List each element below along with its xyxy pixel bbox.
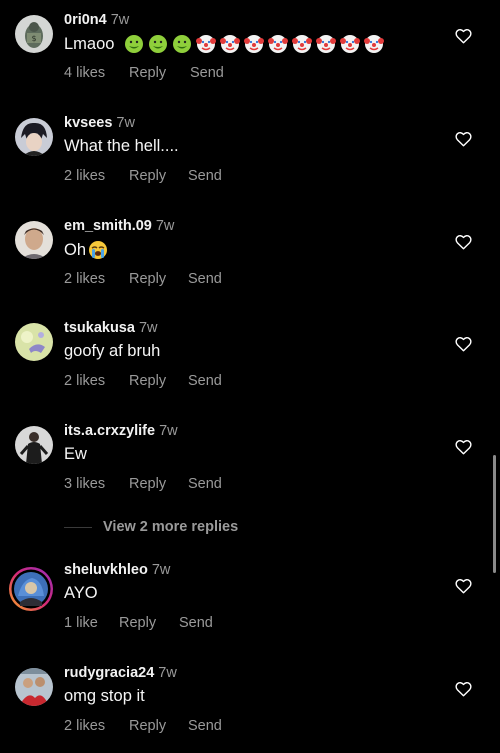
story-ring-avatar[interactable] xyxy=(8,566,54,612)
view-more-replies-button[interactable]: View 2 more replies xyxy=(103,519,238,535)
reply-button[interactable]: Reply xyxy=(119,615,179,631)
reply-button[interactable]: Reply xyxy=(129,373,188,389)
comment-username[interactable]: 0ri0n4 7w xyxy=(64,12,129,28)
clown-face-emoji-icon xyxy=(340,34,361,54)
comment-username[interactable]: rudygracia24 7w xyxy=(64,665,177,681)
comment-time: 7w xyxy=(159,423,178,439)
comment-item: rudygracia24 7w omg stop it 2 likes Reply S… xyxy=(0,663,500,753)
heart-outline-icon[interactable] xyxy=(455,578,472,594)
loudly-crying-face-emoji-icon xyxy=(88,240,108,260)
comment-actions: 1 like Reply Send xyxy=(64,615,213,631)
avatar[interactable] xyxy=(15,426,53,464)
heart-outline-icon[interactable] xyxy=(455,28,472,44)
avatar[interactable]: $ xyxy=(15,15,53,53)
comment-time: 7w xyxy=(138,320,158,336)
clown-face-emoji-icon xyxy=(220,34,241,54)
reply-button[interactable]: Reply xyxy=(129,271,188,287)
comment-time: 7w xyxy=(155,218,175,234)
likes-count[interactable]: 4 likes xyxy=(64,65,129,81)
send-button[interactable]: Send xyxy=(179,615,213,631)
comment-actions: 2 likes Reply Send xyxy=(64,271,222,287)
comment-actions: 2 likes Reply Send xyxy=(64,168,222,184)
heart-outline-icon[interactable] xyxy=(455,234,472,250)
avatar[interactable] xyxy=(15,323,53,361)
likes-count[interactable]: 3 likes xyxy=(64,476,129,492)
clown-face-emoji-icon xyxy=(268,34,289,54)
nauseated-face-emoji-icon xyxy=(172,34,192,54)
heart-outline-icon[interactable] xyxy=(455,681,472,697)
nauseated-face-emoji-icon xyxy=(124,34,144,54)
comment-time: 7w xyxy=(116,115,135,131)
comment-time: 7w xyxy=(110,12,130,28)
send-button[interactable]: Send xyxy=(188,168,222,184)
comment-item: $ 0ri0n4 7w Lmaoo 4 likes Reply Send xyxy=(0,10,500,100)
comment-text: Oh xyxy=(64,240,108,260)
reply-button[interactable]: Reply xyxy=(129,476,188,492)
avatar[interactable] xyxy=(15,118,53,156)
comment-actions: 3 likes Reply Send xyxy=(64,476,222,492)
clown-face-emoji-icon xyxy=(244,34,265,54)
send-button[interactable]: Send xyxy=(188,373,222,389)
clown-face-emoji-icon xyxy=(292,34,313,54)
comment-actions: 4 likes Reply Send xyxy=(64,65,224,81)
comment-text: Lmaoo xyxy=(64,34,385,54)
clown-face-emoji-icon xyxy=(316,34,337,54)
avatar[interactable] xyxy=(15,221,53,259)
heart-outline-icon[interactable] xyxy=(455,336,472,352)
clown-face-emoji-icon xyxy=(196,34,217,54)
send-button[interactable]: Send xyxy=(188,718,222,734)
comment-username[interactable]: em_smith.09 7w xyxy=(64,218,174,234)
nauseated-face-emoji-icon xyxy=(148,34,168,54)
clown-face-emoji-icon xyxy=(364,34,385,54)
avatar[interactable] xyxy=(15,668,53,706)
scrollbar[interactable] xyxy=(493,455,496,573)
comment-username[interactable]: sheluvkhleo 7w xyxy=(64,562,170,578)
reply-button[interactable]: Reply xyxy=(129,168,188,184)
comment-text: omg stop it xyxy=(64,687,145,705)
heart-outline-icon[interactable] xyxy=(455,439,472,455)
comment-text: AYO xyxy=(64,584,98,602)
comment-item: tsukakusa 7w goofy af bruh 2 likes Reply Se… xyxy=(0,318,500,408)
send-button[interactable]: Send xyxy=(188,271,222,287)
comment-time: 7w xyxy=(151,562,171,578)
comment-username[interactable]: tsukakusa 7w xyxy=(64,320,157,336)
likes-count[interactable]: 1 like xyxy=(64,615,119,631)
likes-count[interactable]: 2 likes xyxy=(64,373,129,389)
likes-count[interactable]: 2 likes xyxy=(64,271,129,287)
comment-item: its.a.crxzylife 7w Ew 3 likes Reply Send xyxy=(0,421,500,511)
svg-text:$: $ xyxy=(31,34,36,43)
comment-text: What the hell.... xyxy=(64,137,179,155)
comment-item: sheluvkhleo 7w AYO 1 like Reply Send xyxy=(0,560,500,650)
likes-count[interactable]: 2 likes xyxy=(64,718,129,734)
comment-text: goofy af bruh xyxy=(64,342,161,360)
reply-button[interactable]: Reply xyxy=(129,65,190,81)
comment-item: kvsees 7w What the hell.... 2 likes Reply S… xyxy=(0,113,500,203)
replies-divider xyxy=(64,527,92,528)
likes-count[interactable]: 2 likes xyxy=(64,168,129,184)
send-button[interactable]: Send xyxy=(190,65,224,81)
comment-actions: 2 likes Reply Send xyxy=(64,373,222,389)
comment-text: Ew xyxy=(64,445,87,463)
comment-username[interactable]: its.a.crxzylife 7w xyxy=(64,423,178,439)
heart-outline-icon[interactable] xyxy=(455,131,472,147)
comment-username[interactable]: kvsees 7w xyxy=(64,115,135,131)
send-button[interactable]: Send xyxy=(188,476,222,492)
reply-button[interactable]: Reply xyxy=(129,718,188,734)
comment-item: em_smith.09 7w Oh 2 likes Reply Send xyxy=(0,216,500,306)
comment-actions: 2 likes Reply Send xyxy=(64,718,222,734)
comment-time: 7w xyxy=(158,665,177,681)
